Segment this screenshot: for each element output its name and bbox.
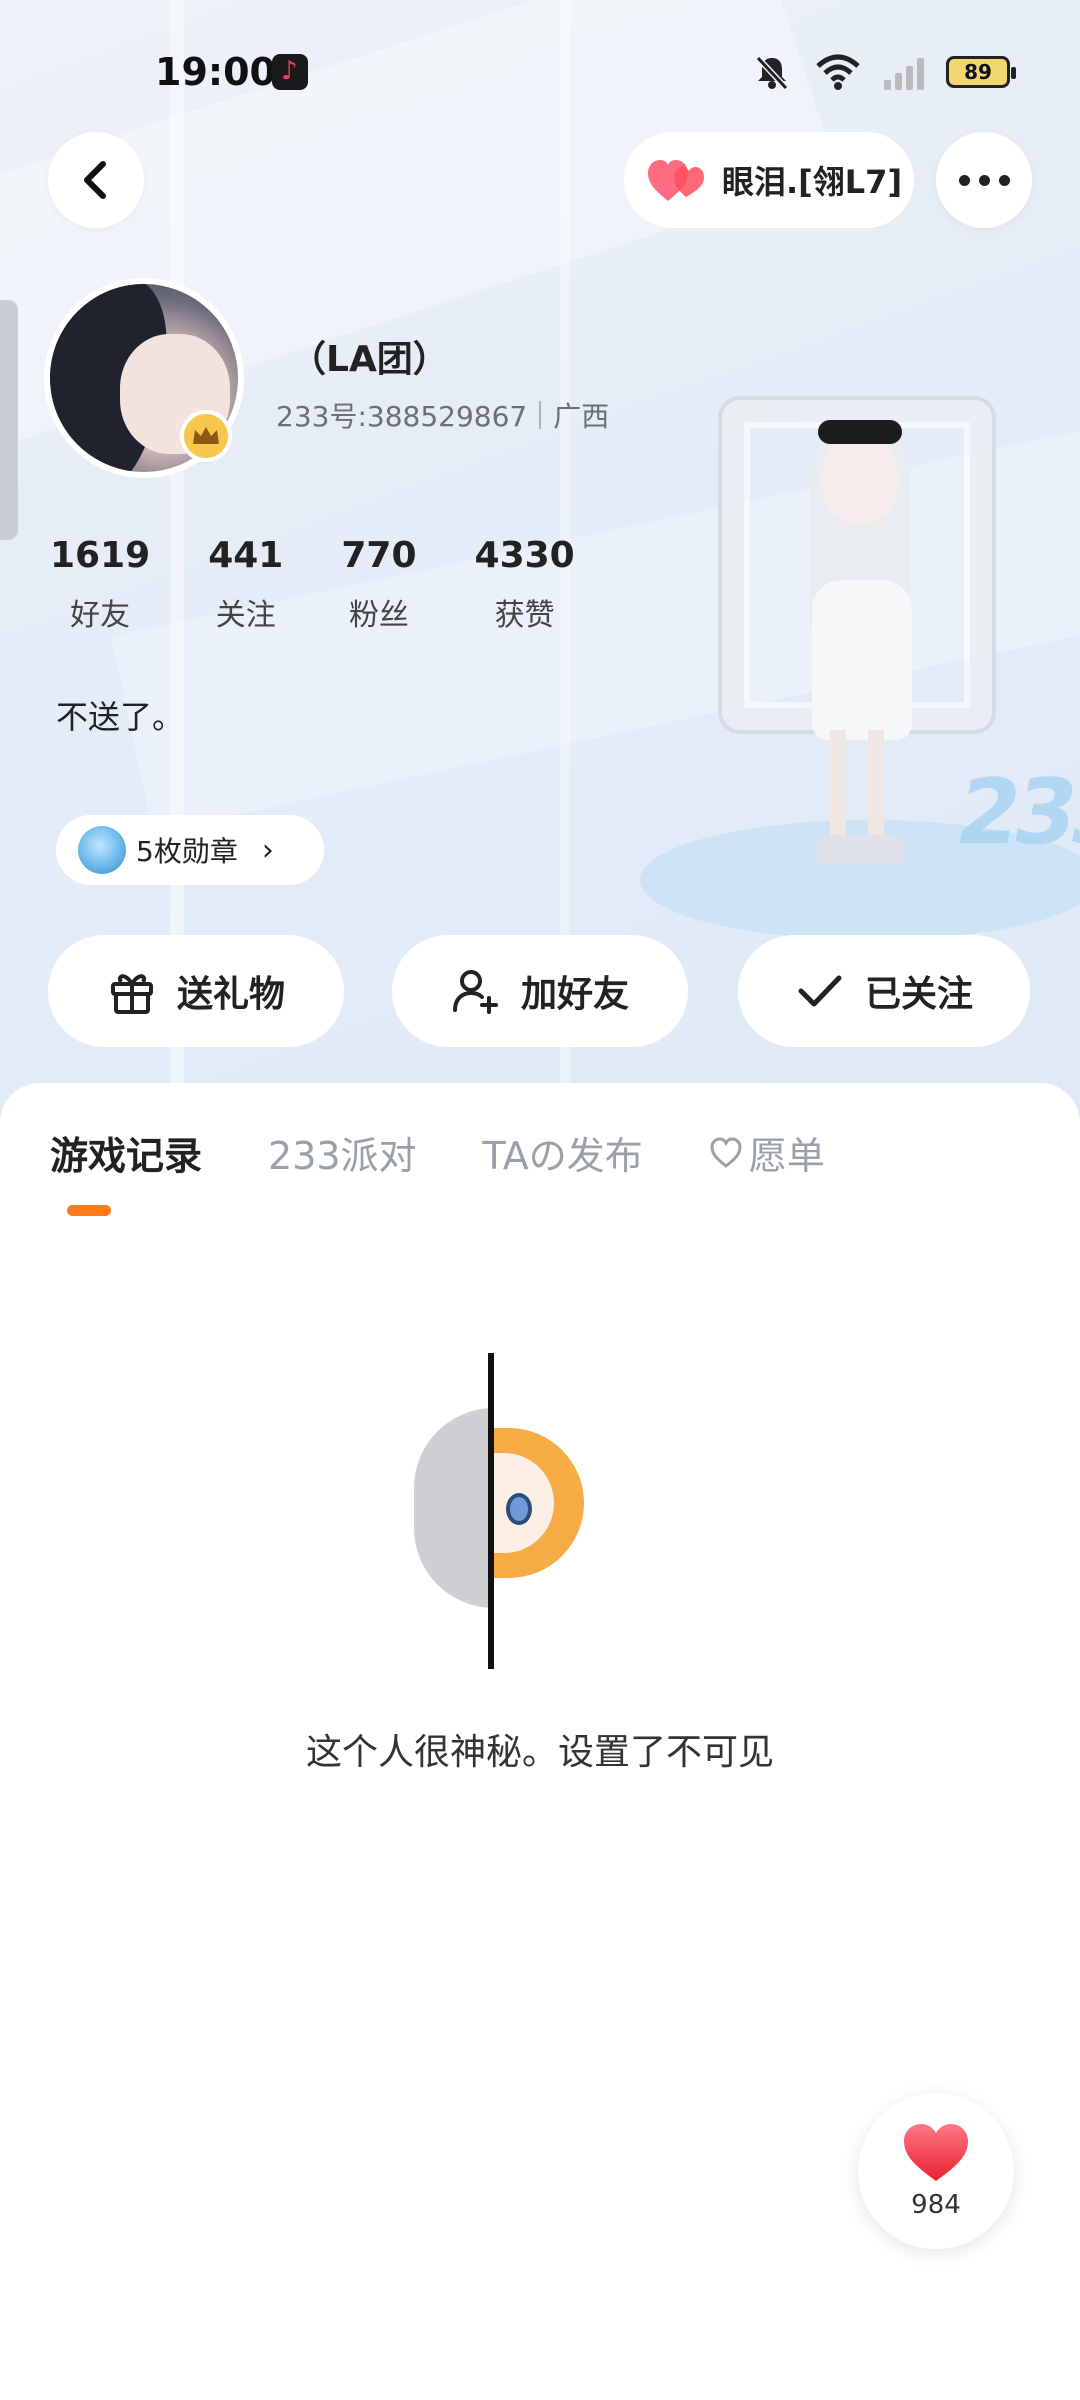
gift-icon	[110, 974, 153, 1014]
user-id: 233号:388529867	[276, 400, 528, 433]
tab-233-party[interactable]: 233派对	[268, 1125, 417, 1180]
stat-value: 770	[341, 535, 417, 576]
send-gift-label: 送礼物	[176, 974, 285, 1015]
bell-off-icon	[755, 55, 789, 91]
badges-label: 5枚勋章	[136, 835, 238, 868]
divider	[539, 401, 542, 429]
stat-label: 好友	[70, 598, 131, 633]
stat-value: 441	[208, 535, 284, 576]
stat-friends[interactable]: 1619 好友	[50, 535, 150, 634]
cell-signal-icon	[884, 54, 924, 90]
chevron-left-icon	[84, 161, 106, 199]
more-options-button[interactable]	[936, 132, 1032, 228]
stat-label: 获赞	[494, 598, 555, 633]
send-gift-button[interactable]: 送礼物	[48, 935, 344, 1047]
edge-swipe-handle[interactable]	[0, 300, 18, 540]
more-dots-icon	[958, 174, 1010, 186]
medal-icon	[78, 826, 126, 874]
chevron-right-icon: ›	[261, 832, 274, 868]
tab-label: 233派对	[268, 1134, 417, 1178]
add-user-icon	[452, 970, 498, 1014]
following-button[interactable]: 已关注	[738, 935, 1030, 1047]
add-friend-label: 加好友	[520, 974, 629, 1015]
mysterious-character-illustration	[410, 1353, 590, 1673]
tiktok-notification-icon	[272, 54, 308, 90]
profile-bio: 不送了。	[56, 698, 185, 736]
badges-button[interactable]: 5枚勋章 ›	[56, 815, 324, 885]
following-label: 已关注	[864, 974, 973, 1015]
couple-name: 眼泪.[翎L7]	[722, 163, 903, 201]
profile-meta: 233号:388529867 广西	[276, 395, 609, 435]
tab-posts[interactable]: TAの发布	[483, 1125, 643, 1180]
tab-label: TAの发布	[482, 1134, 643, 1178]
couple-relation-pill[interactable]: 眼泪.[翎L7]	[624, 132, 914, 228]
stat-label: 粉丝	[348, 598, 409, 633]
heart-icon	[904, 2124, 968, 2181]
platform-logo: 233	[948, 760, 1080, 865]
tab-wishlist[interactable]: 愿单	[709, 1125, 825, 1180]
stat-following[interactable]: 441 关注	[208, 535, 283, 634]
nickname: （LA团）	[290, 339, 449, 380]
tab-label: 游戏记录	[50, 1134, 203, 1178]
double-heart-icon	[648, 160, 704, 201]
stat-value: 4330	[474, 535, 575, 576]
tab-label: 愿单	[748, 1134, 825, 1178]
add-friend-button[interactable]: 加好友	[392, 935, 688, 1047]
battery-indicator: 89	[946, 56, 1016, 88]
region: 广西	[553, 400, 610, 433]
like-button[interactable]: 984	[858, 2093, 1014, 2249]
stat-value: 1619	[50, 535, 151, 576]
empty-state-message: 这个人很神秘。设置了不可见	[305, 1732, 774, 1773]
like-count: 984	[911, 2190, 961, 2220]
active-tab-indicator	[67, 1205, 111, 1216]
back-button[interactable]	[48, 132, 144, 228]
status-time: 19:00	[155, 50, 276, 94]
profile-tabs: 游戏记录 233派对 TAの发布 愿单	[50, 1125, 825, 1180]
tab-game-records[interactable]: 游戏记录	[50, 1125, 202, 1180]
status-bar: 19:00 89	[0, 0, 1080, 140]
crown-icon	[180, 410, 232, 462]
check-icon	[798, 975, 842, 1007]
stat-label: 关注	[215, 598, 276, 633]
profile-stats: 1619 好友 441 关注 770 粉丝 4330 获赞	[50, 535, 633, 634]
status-icons: 89	[752, 52, 1016, 92]
stat-fans[interactable]: 770 粉丝	[341, 535, 416, 634]
wifi-icon	[816, 54, 860, 90]
stat-likes[interactable]: 4330 获赞	[475, 535, 575, 634]
heart-outline-icon	[710, 1136, 742, 1168]
